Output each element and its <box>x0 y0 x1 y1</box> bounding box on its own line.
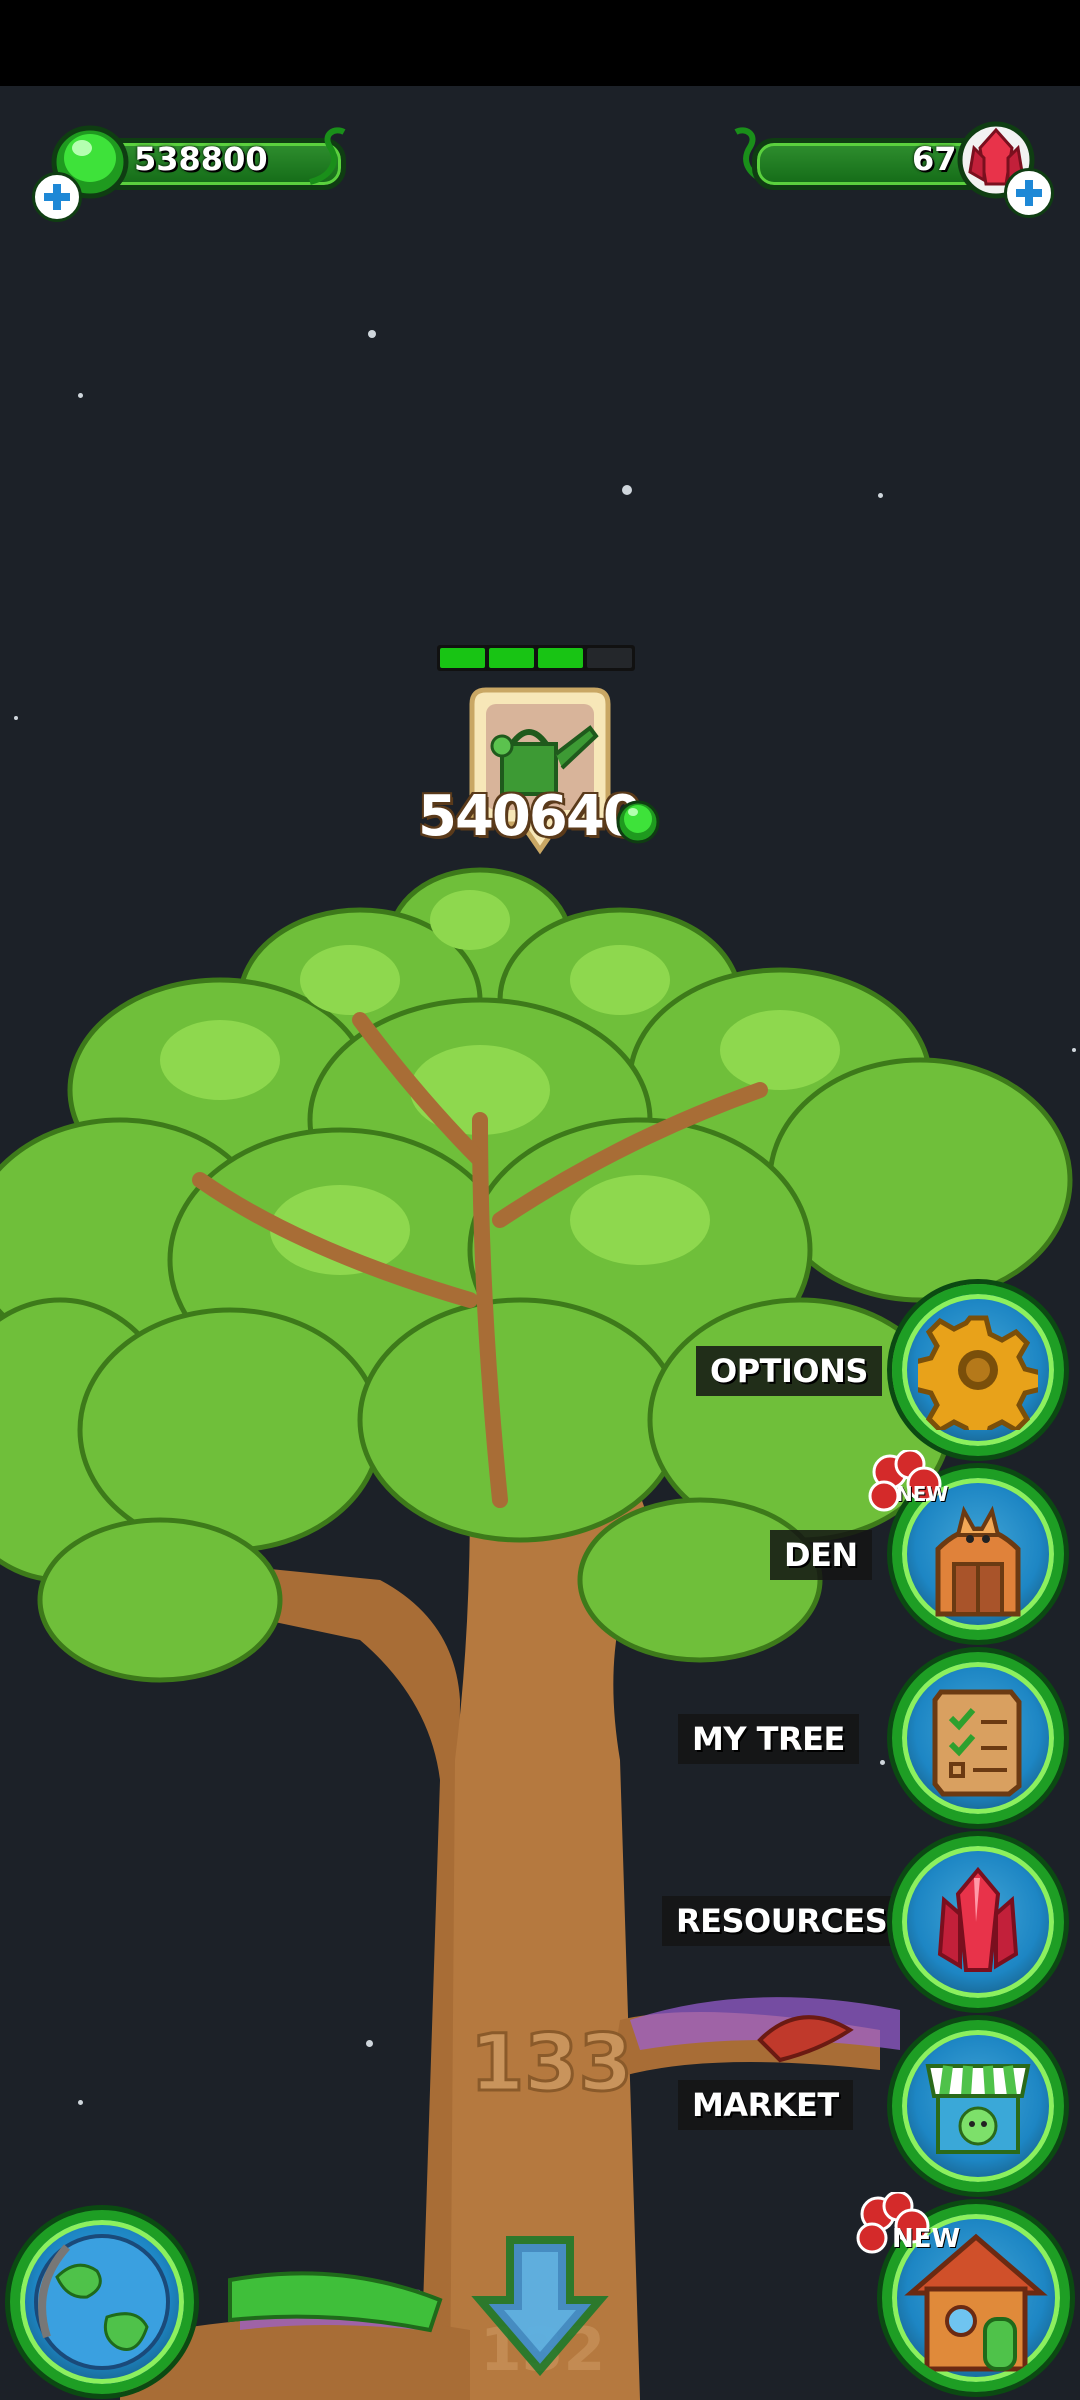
gear-icon <box>918 1315 1038 1430</box>
my-tree-label[interactable]: MY TREE <box>678 1714 859 1764</box>
market-stall-icon <box>925 2064 1031 2154</box>
scroll-list-icon <box>932 1689 1022 1797</box>
den-new-text: NEW <box>896 1482 949 1506</box>
market-button[interactable] <box>892 2020 1064 2192</box>
world-map-button[interactable] <box>10 2210 194 2394</box>
gems-value: 538800 <box>134 140 268 178</box>
tree-level-current: 133 <box>470 2019 633 2109</box>
home-new-text: NEW <box>892 2224 961 2254</box>
plus-icon <box>44 184 70 210</box>
options-label[interactable]: OPTIONS <box>696 1346 882 1396</box>
add-gems-button[interactable] <box>32 172 82 222</box>
green-gem-icon <box>616 800 660 844</box>
progress-segment <box>538 648 583 668</box>
vine-icon <box>309 127 346 185</box>
den-label[interactable]: DEN <box>770 1530 872 1580</box>
progress-segment <box>440 648 485 668</box>
crystals-value: 67 <box>912 140 957 178</box>
crystal-icon <box>937 1866 1019 1972</box>
progress-segment <box>587 648 632 668</box>
progress-segment <box>489 648 534 668</box>
add-crystals-button[interactable] <box>1004 168 1054 218</box>
market-label[interactable]: MARKET <box>678 2080 853 2130</box>
my-tree-button[interactable] <box>892 1652 1064 1824</box>
scroll-down-button[interactable] <box>470 2230 610 2380</box>
down-arrow-icon <box>471 2236 609 2377</box>
options-button[interactable] <box>892 1284 1064 1456</box>
plus-icon <box>1016 180 1042 206</box>
resources-label[interactable]: RESOURCES <box>662 1896 902 1946</box>
status-bar <box>0 0 1080 86</box>
growth-progress-bar <box>437 645 635 671</box>
globe-icon <box>34 2234 170 2370</box>
resources-button[interactable] <box>892 1836 1064 2008</box>
